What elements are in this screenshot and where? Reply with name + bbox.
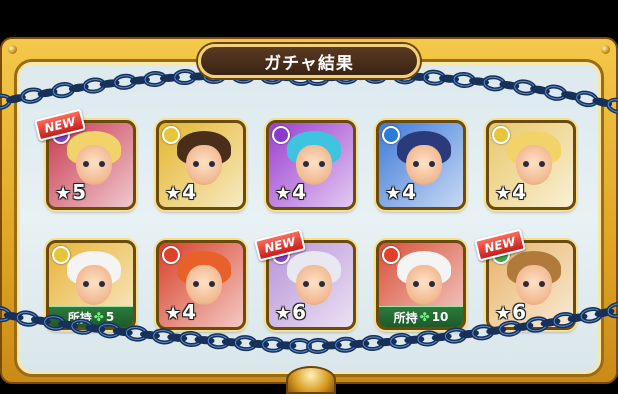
light-element-icon [162, 126, 180, 144]
rarity-value: 4 [292, 180, 307, 204]
water-element-icon [382, 126, 400, 144]
star-icon: ★ [55, 183, 72, 204]
eye [193, 161, 199, 167]
eye [539, 281, 545, 287]
light-element-icon [492, 126, 510, 144]
character-card[interactable]: ★4 [376, 120, 466, 210]
eye [319, 281, 325, 287]
eye [209, 281, 215, 287]
bottom-chain [0, 301, 618, 355]
star-icon: ★ [385, 183, 402, 204]
eye [523, 281, 529, 287]
fire-element-icon [382, 246, 400, 264]
eye [303, 281, 309, 287]
eye [429, 281, 435, 287]
character-face [76, 145, 112, 185]
rarity-value: 4 [402, 180, 417, 204]
character-face [296, 265, 332, 305]
character-face [186, 145, 222, 185]
eye [413, 281, 419, 287]
character-card[interactable]: ★4 [266, 120, 356, 210]
eye [193, 281, 199, 287]
character-face [406, 265, 442, 305]
eye [319, 161, 325, 167]
star-icon: ★ [165, 183, 182, 204]
light-element-icon [52, 246, 70, 264]
star-icon: ★ [495, 183, 512, 204]
eye [209, 161, 215, 167]
rarity-label: ★4 [275, 181, 306, 205]
character-card[interactable]: ★4 [486, 120, 576, 210]
character-face [76, 265, 112, 305]
rarity-label: ★4 [495, 181, 526, 205]
character-face [296, 145, 332, 185]
character-face [406, 145, 442, 185]
star-icon: ★ [275, 183, 292, 204]
page-title: ガチャ結果 [198, 44, 420, 78]
dark-element-icon [272, 126, 290, 144]
eye [429, 161, 435, 167]
eye [413, 161, 419, 167]
rarity-label: ★4 [165, 181, 196, 205]
eye [303, 161, 309, 167]
eye [83, 281, 89, 287]
eye [83, 161, 89, 167]
fire-element-icon [162, 246, 180, 264]
eye [539, 161, 545, 167]
rarity-label: ★4 [385, 181, 416, 205]
character-face [516, 265, 552, 305]
character-face [516, 145, 552, 185]
lock-icon [286, 366, 336, 394]
rarity-value: 4 [512, 180, 527, 204]
character-face [186, 265, 222, 305]
eye [523, 161, 529, 167]
eye [99, 281, 105, 287]
rarity-value: 5 [72, 180, 87, 204]
character-card[interactable]: ★4 [156, 120, 246, 210]
rarity-value: 4 [182, 180, 197, 204]
eye [99, 161, 105, 167]
title-text: ガチャ結果 [264, 53, 354, 74]
rarity-label: ★5 [55, 181, 86, 205]
